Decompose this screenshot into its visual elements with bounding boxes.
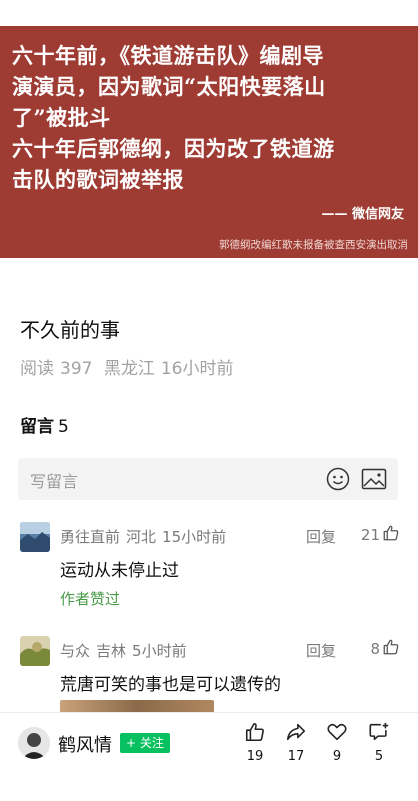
article-meta: 阅读 397 黑龙江 16小时前 bbox=[20, 354, 240, 379]
banner-caption: 郭德纲改编红歌未报备被查西安演出取消 bbox=[219, 239, 408, 251]
commenter-location: 河北 bbox=[126, 528, 157, 546]
author-avatar[interactable] bbox=[18, 727, 50, 759]
bottom-action-bar: 鹤风情 + 关注 19 17 9 5 bbox=[0, 712, 418, 801]
commenter-name[interactable]: 勇往直前 bbox=[60, 528, 120, 546]
comment-text: 运动从未停止过 bbox=[60, 561, 179, 581]
comment-text: 荒唐可笑的事也是可以遗传的 bbox=[60, 675, 281, 695]
comment-button[interactable]: 5 bbox=[364, 721, 394, 764]
comment-item: 勇往直前 河北 15小时前 回复 21 运动从未停止过 作者赞过 bbox=[20, 522, 400, 612]
follow-button[interactable]: + 关注 bbox=[120, 733, 170, 753]
read-label: 阅读 bbox=[20, 359, 54, 379]
like-count: 19 bbox=[246, 749, 264, 764]
comment-item: 与众 吉林 5小时前 回复 8 荒唐可笑的事也是可以遗传的 bbox=[20, 636, 400, 706]
comment-like-count: 21 bbox=[360, 526, 380, 544]
article-time: 16小时前 bbox=[160, 359, 234, 379]
thumbs-up-icon bbox=[382, 524, 400, 546]
comments-header: 留言 5 bbox=[20, 412, 69, 437]
comment-input-placeholder: 写留言 bbox=[30, 472, 79, 491]
comment-like-count: 8 bbox=[370, 640, 380, 658]
article-location: 黑龙江 bbox=[103, 359, 155, 379]
emoji-icon[interactable] bbox=[326, 467, 350, 491]
like-button[interactable]: 19 bbox=[240, 721, 270, 764]
comment-time: 15小时前 bbox=[162, 528, 227, 546]
comments-count: 5 bbox=[58, 417, 69, 437]
reply-button[interactable]: 回复 bbox=[306, 526, 336, 547]
comment-like-button[interactable]: 21 bbox=[361, 524, 400, 546]
add-comment-icon bbox=[364, 721, 394, 743]
thumbs-up-icon bbox=[240, 721, 270, 743]
share-count: 17 bbox=[287, 749, 305, 764]
banner-line: 演演员，因为歌词“太阳快要落山 bbox=[12, 74, 326, 99]
comment-meta: 与众 吉林 5小时前 bbox=[60, 640, 193, 661]
heart-icon bbox=[322, 721, 352, 743]
commenter-location: 吉林 bbox=[96, 642, 127, 660]
comments-label: 留言 bbox=[20, 417, 54, 437]
heart-count: 9 bbox=[332, 749, 342, 764]
banner-line: 六十年后郭德纲，因为改了铁道游 bbox=[12, 136, 335, 161]
banner-text: 六十年前，《铁道游击队》编剧导 演演员，因为歌词“太阳快要落山 了”被批斗 六十… bbox=[12, 40, 406, 195]
comment-time: 5小时前 bbox=[132, 642, 187, 660]
heart-button[interactable]: 9 bbox=[322, 721, 352, 764]
banner-line: 击队的歌词被举报 bbox=[12, 167, 184, 192]
commenter-name[interactable]: 与众 bbox=[60, 642, 90, 660]
banner-source: —— 微信网友 bbox=[321, 207, 404, 222]
banner-line: 六十年前，《铁道游击队》编剧导 bbox=[12, 43, 324, 68]
article-banner-image[interactable]: 六十年前，《铁道游击队》编剧导 演演员，因为歌词“太阳快要落山 了”被批斗 六十… bbox=[0, 26, 418, 258]
share-button[interactable]: 17 bbox=[281, 721, 311, 764]
comment-avatar[interactable] bbox=[20, 636, 50, 666]
banner-line: 了”被批斗 bbox=[12, 105, 111, 130]
author-name[interactable]: 鹤风情 bbox=[58, 731, 112, 757]
author-liked-badge: 作者赞过 bbox=[60, 590, 121, 608]
read-count: 397 bbox=[60, 359, 93, 379]
comment-count: 5 bbox=[374, 749, 384, 764]
comment-input[interactable]: 写留言 bbox=[18, 458, 398, 500]
reply-button[interactable]: 回复 bbox=[306, 640, 336, 661]
comment-meta: 勇往直前 河北 15小时前 bbox=[60, 526, 232, 547]
comment-avatar[interactable] bbox=[20, 522, 50, 552]
image-icon[interactable] bbox=[361, 467, 387, 491]
thumbs-up-icon bbox=[382, 638, 400, 660]
share-icon bbox=[281, 721, 311, 743]
comment-like-button[interactable]: 8 bbox=[370, 638, 400, 660]
article-title: 不久前的事 bbox=[20, 318, 120, 342]
